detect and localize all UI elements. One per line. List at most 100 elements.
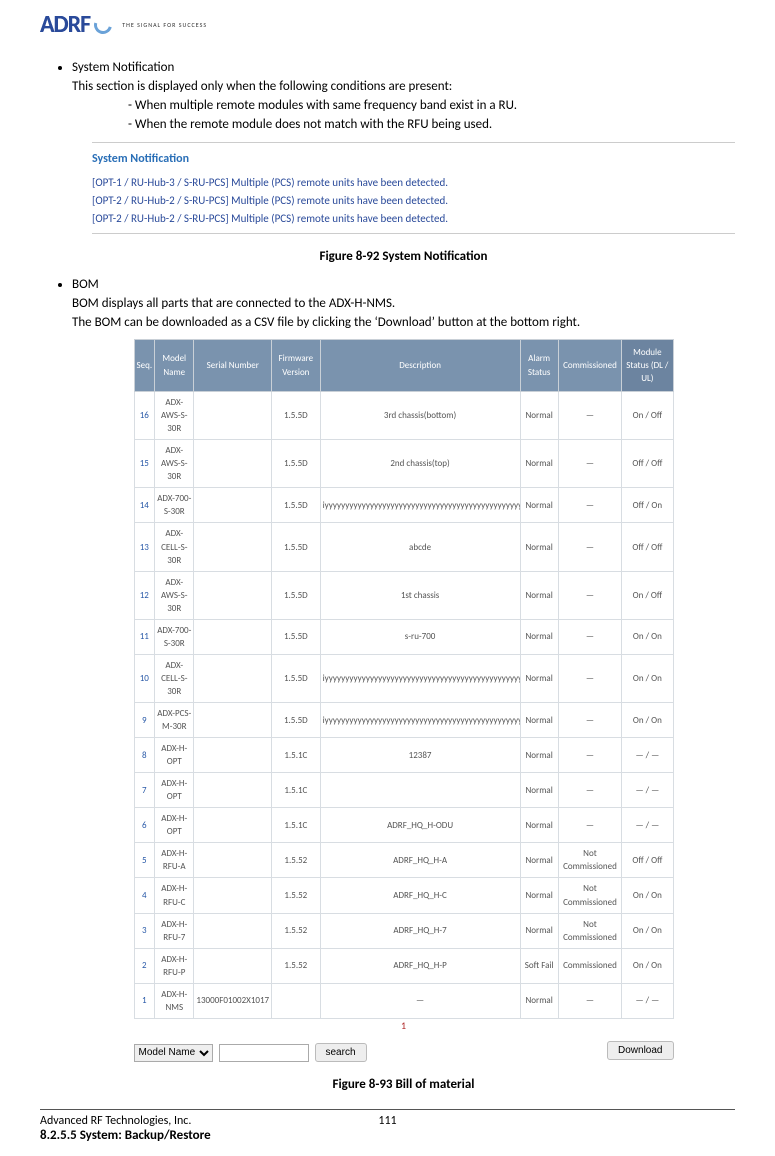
table-cell: — xyxy=(558,392,622,440)
brand-arc-icon xyxy=(91,12,116,37)
table-cell: ADX-PCS-M-30R xyxy=(155,702,194,737)
table-row: 10ADX-CELL-S-30R1.5.5Diyyyyyyyyyyyyyyyyy… xyxy=(134,654,673,702)
bom-column-header: Serial Number xyxy=(194,339,272,391)
bom-filter-input[interactable] xyxy=(219,1044,309,1062)
table-cell xyxy=(194,773,272,808)
table-cell: On / On xyxy=(622,948,673,983)
table-row: 2ADX-H-RFU-P1.5.52ADRF_HQ_H-PSoft FailCo… xyxy=(134,948,673,983)
table-cell: Off / Off xyxy=(622,440,673,488)
table-cell: 5 xyxy=(134,843,155,878)
table-cell: 2nd chassis(top) xyxy=(320,440,520,488)
bom-table: Seq.Model NameSerial NumberFirmware Vers… xyxy=(134,339,674,1019)
table-cell: On / Off xyxy=(622,571,673,619)
table-cell: 3rd chassis(bottom) xyxy=(320,392,520,440)
table-cell: 1.5.5D xyxy=(272,488,321,523)
table-cell: ADX-H-RFU-A xyxy=(155,843,194,878)
table-row: 6ADX-H-OPT1.5.1CADRF_HQ_H-ODUNormal—— / … xyxy=(134,808,673,843)
brand-logo: ADRF THE SIGNAL FOR SUCCESS xyxy=(40,10,735,39)
table-cell: Normal xyxy=(520,488,558,523)
table-cell xyxy=(194,392,272,440)
table-cell: 1.5.5D xyxy=(272,654,321,702)
table-cell xyxy=(194,440,272,488)
table-cell: 3 xyxy=(134,913,155,948)
bom-filter-select[interactable]: Model Name xyxy=(134,1044,213,1062)
table-cell xyxy=(194,913,272,948)
table-cell: 2 xyxy=(134,948,155,983)
table-cell: 12387 xyxy=(320,738,520,773)
table-cell: ADX-H-RFU-7 xyxy=(155,913,194,948)
table-cell: On / On xyxy=(622,878,673,913)
table-cell: Normal xyxy=(520,983,558,1018)
table-cell: — xyxy=(558,488,622,523)
table-cell: 14 xyxy=(134,488,155,523)
sysnotif-message: [OPT-2 / RU-Hub-2 / S-RU-PCS] Multiple (… xyxy=(92,193,735,209)
table-cell: ADX-H-NMS xyxy=(155,983,194,1018)
table-cell: 4 xyxy=(134,878,155,913)
table-cell: iyyyyyyyyyyyyyyyyyyyyyyyyyyyyyyyyyyyyyyy… xyxy=(320,654,520,702)
table-row: 13ADX-CELL-S-30R1.5.5DabcdeNormal—Off / … xyxy=(134,523,673,571)
table-cell: Normal xyxy=(520,440,558,488)
table-cell: 1.5.5D xyxy=(272,619,321,654)
table-row: 5ADX-H-RFU-A1.5.52ADRF_HQ_H-ANormalNot C… xyxy=(134,843,673,878)
table-cell: — xyxy=(558,983,622,1018)
table-cell: 13 xyxy=(134,523,155,571)
table-cell: Normal xyxy=(520,392,558,440)
table-cell: ADX-CELL-S-30R xyxy=(155,523,194,571)
table-cell: — xyxy=(558,654,622,702)
table-cell: 1.5.1C xyxy=(272,738,321,773)
table-cell xyxy=(320,773,520,808)
download-button[interactable]: Download xyxy=(607,1041,673,1060)
table-cell: Normal xyxy=(520,878,558,913)
table-row: 9ADX-PCS-M-30R1.5.5Diyyyyyyyyyyyyyyyyyyy… xyxy=(134,702,673,737)
table-cell: ADRF_HQ_H-P xyxy=(320,948,520,983)
bom-pager[interactable]: 1 xyxy=(134,1019,674,1034)
table-cell: ADRF_HQ_H-A xyxy=(320,843,520,878)
brand-tagline: THE SIGNAL FOR SUCCESS xyxy=(122,21,207,29)
table-cell: 1.5.52 xyxy=(272,878,321,913)
table-cell: 1st chassis xyxy=(320,571,520,619)
table-cell: ADX-H-RFU-C xyxy=(155,878,194,913)
bom-column-header: Alarm Status xyxy=(520,339,558,391)
table-cell: On / On xyxy=(622,702,673,737)
table-cell: 6 xyxy=(134,808,155,843)
section-sysnotif-intro: This section is displayed only when the … xyxy=(72,78,735,97)
section-sysnotif-title: System Notification xyxy=(72,60,174,75)
bom-column-header: Model Name xyxy=(155,339,194,391)
table-cell: — xyxy=(558,738,622,773)
bom-column-header: Seq. xyxy=(134,339,155,391)
table-cell xyxy=(194,738,272,773)
table-cell: — / — xyxy=(622,808,673,843)
table-cell: ADX-700-S-30R xyxy=(155,619,194,654)
table-cell: — / — xyxy=(622,983,673,1018)
table-cell: Not Commissioned xyxy=(558,878,622,913)
table-cell: — xyxy=(320,983,520,1018)
table-cell: On / On xyxy=(622,654,673,702)
table-cell: Off / Off xyxy=(622,523,673,571)
section-bom-title: BOM xyxy=(72,277,99,292)
table-cell: — xyxy=(558,702,622,737)
table-cell: iyyyyyyyyyyyyyyyyyyyyyyyyyyyyyyyyyyyyyyy… xyxy=(320,488,520,523)
table-cell: 1.5.5D xyxy=(272,523,321,571)
heading-8-2-5-5: 8.2.5.5 System: Backup/Restore xyxy=(40,1127,735,1146)
table-cell: abcde xyxy=(320,523,520,571)
table-row: 11ADX-700-S-30R1.5.5Ds-ru-700Normal—On /… xyxy=(134,619,673,654)
search-button[interactable]: search xyxy=(315,1043,367,1062)
table-cell: 11 xyxy=(134,619,155,654)
table-cell: ADX-H-OPT xyxy=(155,808,194,843)
table-cell: 7 xyxy=(134,773,155,808)
table-cell xyxy=(194,948,272,983)
table-row: 3ADX-H-RFU-71.5.52ADRF_HQ_H-7NormalNot C… xyxy=(134,913,673,948)
bom-column-header: Module Status (DL / UL) xyxy=(622,339,673,391)
table-cell: 1.5.52 xyxy=(272,948,321,983)
table-cell: Off / On xyxy=(622,488,673,523)
sysnotif-message: [OPT-2 / RU-Hub-2 / S-RU-PCS] Multiple (… xyxy=(92,211,735,227)
table-row: 16ADX-AWS-S-30R1.5.5D3rd chassis(bottom)… xyxy=(134,392,673,440)
figure-caption-92: Figure 8-92 System Notification xyxy=(72,248,735,267)
table-cell: Normal xyxy=(520,843,558,878)
bom-column-header: Firmware Version xyxy=(272,339,321,391)
table-cell xyxy=(272,983,321,1018)
table-cell: 1.5.52 xyxy=(272,913,321,948)
table-cell: On / On xyxy=(622,913,673,948)
brand-name: ADRF xyxy=(40,10,90,39)
table-cell: 10 xyxy=(134,654,155,702)
